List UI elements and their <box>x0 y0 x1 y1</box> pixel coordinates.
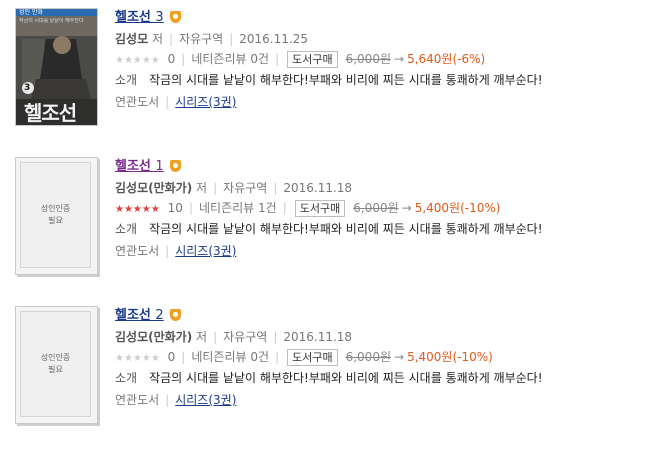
adult-cover-placeholder: 성인인증 필요 <box>20 311 91 417</box>
cover-volume-number: 3 <box>24 83 31 93</box>
publisher[interactable]: 자유구역 <box>223 330 267 344</box>
adult-cover-line2: 필요 <box>48 216 63 225</box>
divider: | <box>275 350 280 364</box>
series-link[interactable]: 시리즈(3권) <box>175 244 236 258</box>
book-title: 헬조선 <box>115 10 151 25</box>
original-price: 6,000원 <box>345 52 391 66</box>
author-name[interactable]: 김성모(만화가) <box>115 330 192 344</box>
review-count: 1건 <box>258 201 277 215</box>
divider: | <box>229 32 234 46</box>
divider: | <box>169 32 174 46</box>
divider: | <box>181 350 186 364</box>
star-rating: ★★★★★ <box>115 204 160 215</box>
series-link[interactable]: 시리즈(3권) <box>175 95 236 109</box>
book-result-item: 성인 만화 작금의 시대를 낱낱이 해부한다 3 헬조선 헬조선 3 김성모 저… <box>15 8 645 128</box>
price-arrow: → <box>401 201 412 215</box>
rating-count: 10 <box>167 201 183 215</box>
related-books-label: 연관도서 <box>115 95 160 109</box>
rating-count: 0 <box>167 350 176 364</box>
related-books-label: 연관도서 <box>115 393 160 407</box>
sale-price: 5,400원(-10%) <box>407 350 493 364</box>
divider: | <box>188 201 193 215</box>
divider: | <box>213 181 218 195</box>
author-suffix: 저 <box>151 32 163 46</box>
divider: | <box>165 244 170 258</box>
cover-title: 헬조선 <box>24 101 77 125</box>
publish-date: 2016.11.18 <box>283 181 353 195</box>
price-arrow: → <box>394 350 405 364</box>
book-volume: 2 <box>155 308 164 323</box>
book-description: 작금의 시대를 낱낱이 해부한다!부패와 비리에 찌든 시대를 통쾌하게 깨부순… <box>149 371 543 385</box>
author-suffix: 저 <box>196 330 208 344</box>
original-price: 6,000원 <box>353 201 399 215</box>
sale-price: 5,400원(-10%) <box>414 201 501 215</box>
book-title: 헬조선 <box>115 159 151 174</box>
review-count: 0건 <box>250 350 270 364</box>
divider: | <box>273 181 278 195</box>
author-name[interactable]: 김성모 <box>115 32 148 46</box>
review-label[interactable]: 네티즌리뷰 <box>191 52 246 66</box>
adult-cover-placeholder: 성인인증 필요 <box>20 162 91 268</box>
divider: | <box>213 330 218 344</box>
rating-count: 0 <box>167 52 176 66</box>
price-arrow: → <box>394 52 405 66</box>
divider: | <box>282 201 287 215</box>
adult-verification-cover[interactable]: 성인인증 필요 <box>15 157 98 275</box>
adult-cover-line2: 필요 <box>48 365 63 374</box>
buy-book-button[interactable]: 도서구매 <box>294 200 346 217</box>
related-books-label: 연관도서 <box>115 244 160 258</box>
adult-badge-icon <box>169 11 181 23</box>
publisher[interactable]: 자유구역 <box>223 181 267 195</box>
original-price: 6,000원 <box>345 350 391 364</box>
review-count: 0건 <box>250 52 270 66</box>
buy-book-button[interactable]: 도서구매 <box>287 51 338 68</box>
buy-book-button[interactable]: 도서구매 <box>287 349 338 366</box>
adult-badge-icon <box>169 309 181 321</box>
divider: | <box>165 393 170 407</box>
adult-verification-cover[interactable]: 성인인증 필요 <box>15 306 98 424</box>
review-label[interactable]: 네티즌리뷰 <box>199 201 254 215</box>
divider: | <box>181 52 186 66</box>
book-cover-image[interactable]: 성인 만화 작금의 시대를 낱낱이 해부한다 3 헬조선 <box>15 8 98 126</box>
book-title-link[interactable]: 헬조선 1 <box>115 159 164 174</box>
cover-top-strip: 성인 만화 <box>19 9 43 16</box>
book-volume: 1 <box>155 159 164 174</box>
divider: | <box>275 52 280 66</box>
book-result-item: 성인인증 필요 헬조선 2 김성모(만화가) 저 | 자유구역 | 2016.11.18… <box>15 306 645 426</box>
cover-mid-text: 작금의 시대를 낱낱이 해부한다 <box>19 18 84 24</box>
book-title-link[interactable]: 헬조선 2 <box>115 308 164 323</box>
star-rating: ★★★★★ <box>115 353 160 364</box>
author-suffix: 저 <box>196 181 208 195</box>
intro-label: 소개 <box>115 371 138 385</box>
divider: | <box>273 330 278 344</box>
publish-date: 2016.11.25 <box>239 32 308 46</box>
publisher[interactable]: 자유구역 <box>179 32 223 46</box>
star-icon: ★★★★★ <box>115 55 160 66</box>
adult-cover-line1: 성인인증 <box>40 204 71 213</box>
book-volume: 3 <box>155 10 164 25</box>
publish-date: 2016.11.18 <box>283 330 353 344</box>
sale-price: 5,640원(-6%) <box>407 52 486 66</box>
star-rating: ★★★★★ <box>115 55 160 66</box>
adult-cover-line1: 성인인증 <box>40 353 71 362</box>
star-icon: ★★★★★ <box>115 204 160 215</box>
series-link[interactable]: 시리즈(3권) <box>175 393 236 407</box>
book-title: 헬조선 <box>115 308 151 323</box>
book-result-item: 성인인증 필요 헬조선 1 김성모(만화가) 저 | 자유구역 | 2016.11.18… <box>15 157 645 277</box>
intro-label: 소개 <box>115 73 138 87</box>
book-title-link[interactable]: 헬조선 3 <box>115 10 164 25</box>
divider: | <box>165 95 170 109</box>
star-icon: ★★★★★ <box>115 353 160 364</box>
intro-label: 소개 <box>115 222 138 236</box>
author-name[interactable]: 김성모(만화가) <box>115 181 192 195</box>
adult-badge-icon <box>169 160 181 172</box>
book-description: 작금의 시대를 낱낱이 해부한다!부패와 비리에 찌든 시대를 통쾌하게 깨부순… <box>149 222 543 236</box>
book-description: 작금의 시대를 낱낱이 해부한다!부패와 비리에 찌든 시대를 통쾌하게 깨부순… <box>149 73 543 87</box>
review-label[interactable]: 네티즌리뷰 <box>191 350 246 364</box>
